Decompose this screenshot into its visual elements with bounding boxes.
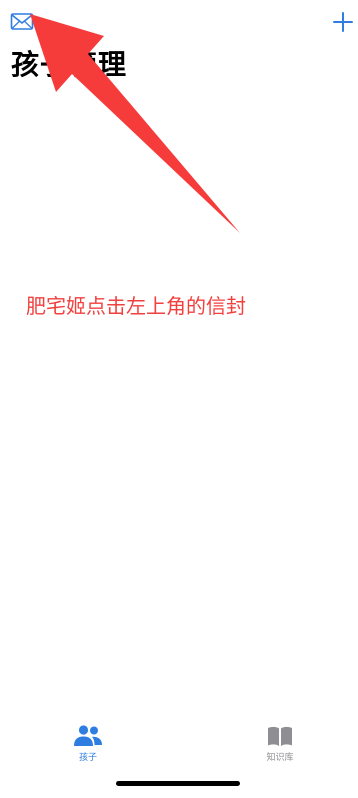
annotation-text: 肥宅姬点击左上角的信封 — [26, 294, 246, 318]
envelope-icon — [10, 13, 34, 30]
tab-kids-label: 孩子 — [78, 753, 97, 763]
home-indicator — [116, 781, 240, 786]
people-icon — [74, 725, 102, 746]
tab-knowledge[interactable]: 知识库 — [250, 724, 310, 774]
add-button[interactable] — [332, 10, 354, 34]
book-icon — [268, 726, 292, 746]
plus-icon — [333, 12, 353, 32]
page-title: 孩子管理 — [11, 48, 128, 81]
tab-kids[interactable]: 孩子 — [58, 724, 118, 774]
tab-knowledge-label: 知识库 — [266, 753, 294, 763]
mail-button[interactable] — [10, 12, 34, 32]
navigation-bar — [0, 0, 358, 48]
tab-bar: 孩子 知识库 — [0, 718, 358, 798]
